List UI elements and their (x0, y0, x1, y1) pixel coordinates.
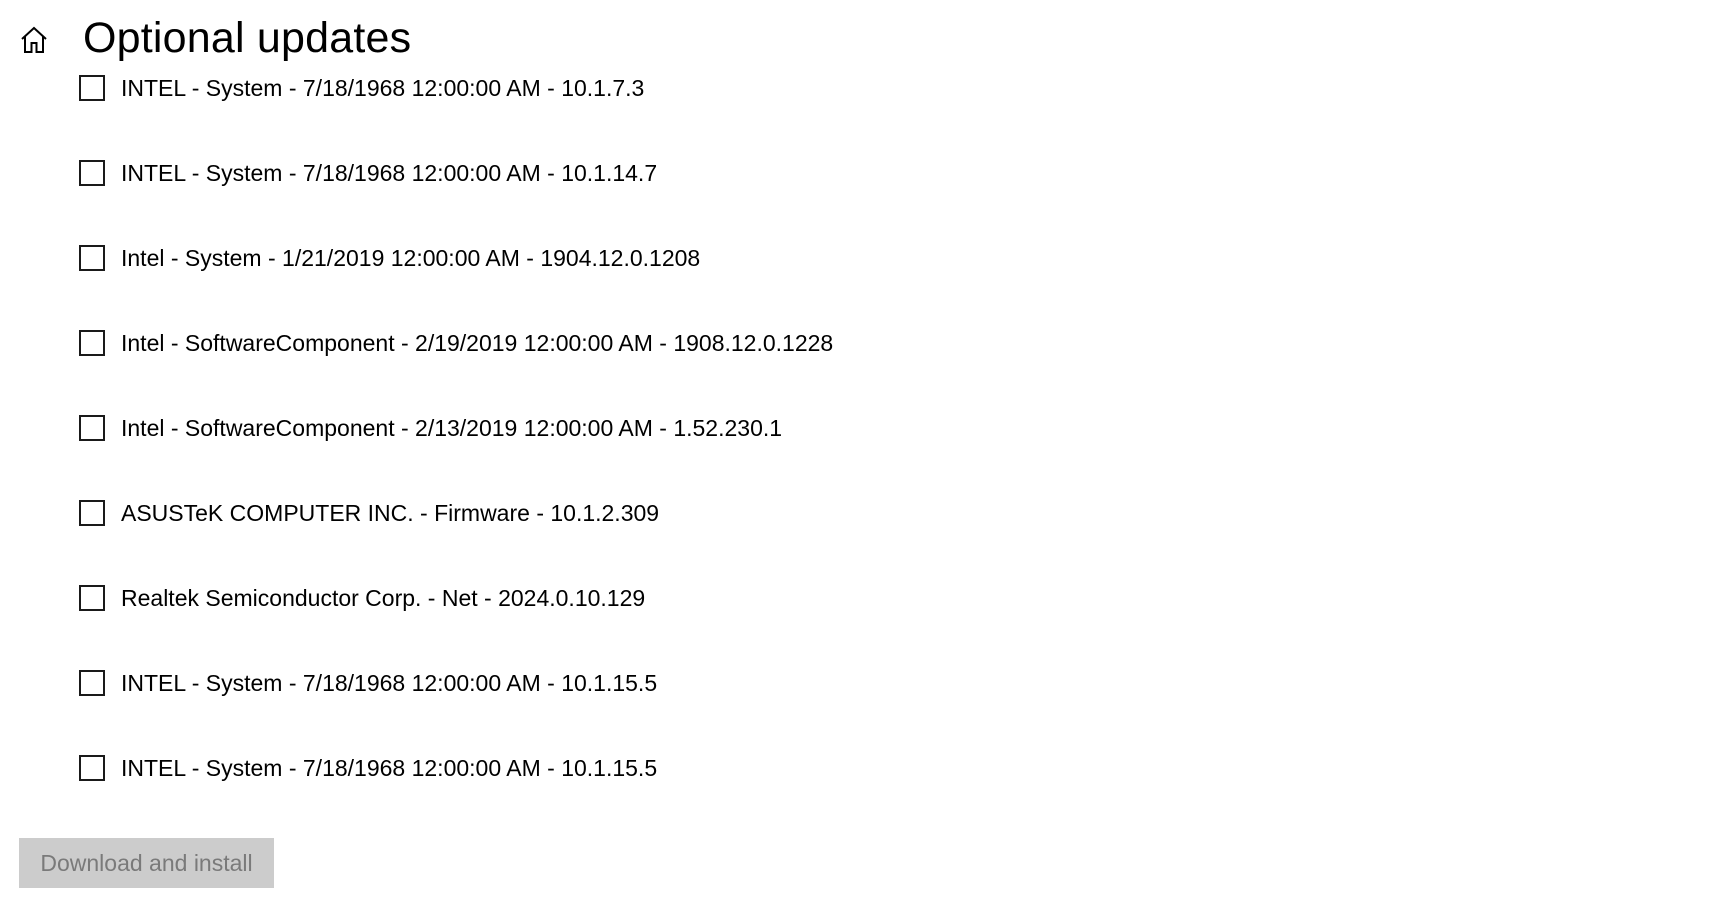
update-item[interactable]: INTEL - System - 7/18/1968 12:00:00 AM -… (79, 156, 657, 190)
update-item[interactable]: Intel - SoftwareComponent - 2/13/2019 12… (79, 411, 782, 445)
home-icon (19, 25, 49, 55)
update-item[interactable]: Intel - SoftwareComponent - 2/19/2019 12… (79, 326, 833, 360)
update-label: INTEL - System - 7/18/1968 12:00:00 AM -… (121, 160, 658, 186)
update-label: Intel - SoftwareComponent - 2/13/2019 12… (121, 415, 783, 441)
update-item[interactable]: INTEL - System - 7/18/1968 12:00:00 AM -… (79, 71, 644, 105)
update-checkbox[interactable] (79, 330, 105, 356)
update-checkbox[interactable] (79, 755, 105, 781)
update-label: Intel - SoftwareComponent - 2/19/2019 12… (121, 330, 834, 356)
update-item[interactable]: INTEL - System - 7/18/1968 12:00:00 AM -… (79, 751, 657, 785)
update-item[interactable]: ASUSTeK COMPUTER INC. - Firmware - 10.1.… (79, 496, 659, 530)
update-checkbox[interactable] (79, 245, 105, 271)
download-and-install-button[interactable]: Download and install (19, 838, 274, 888)
update-label: INTEL - System - 7/18/1968 12:00:00 AM -… (121, 670, 658, 696)
update-checkbox[interactable] (79, 500, 105, 526)
update-checkbox[interactable] (79, 160, 105, 186)
update-item[interactable]: INTEL - System - 7/18/1968 12:00:00 AM -… (79, 666, 657, 700)
update-item[interactable]: Intel - System - 1/21/2019 12:00:00 AM -… (79, 241, 700, 275)
update-checkbox[interactable] (79, 415, 105, 441)
update-label: INTEL - System - 7/18/1968 12:00:00 AM -… (121, 75, 645, 101)
update-label: ASUSTeK COMPUTER INC. - Firmware - 10.1.… (121, 500, 660, 526)
update-item[interactable]: Realtek Semiconductor Corp. - Net - 2024… (79, 581, 645, 615)
update-checkbox[interactable] (79, 585, 105, 611)
page-title: Optional updates (83, 14, 412, 62)
update-checkbox[interactable] (79, 670, 105, 696)
update-label: Realtek Semiconductor Corp. - Net - 2024… (121, 585, 646, 611)
update-label: Intel - System - 1/21/2019 12:00:00 AM -… (121, 245, 701, 271)
update-checkbox[interactable] (79, 75, 105, 101)
update-label: INTEL - System - 7/18/1968 12:00:00 AM -… (121, 755, 658, 781)
home-button[interactable] (14, 20, 54, 60)
